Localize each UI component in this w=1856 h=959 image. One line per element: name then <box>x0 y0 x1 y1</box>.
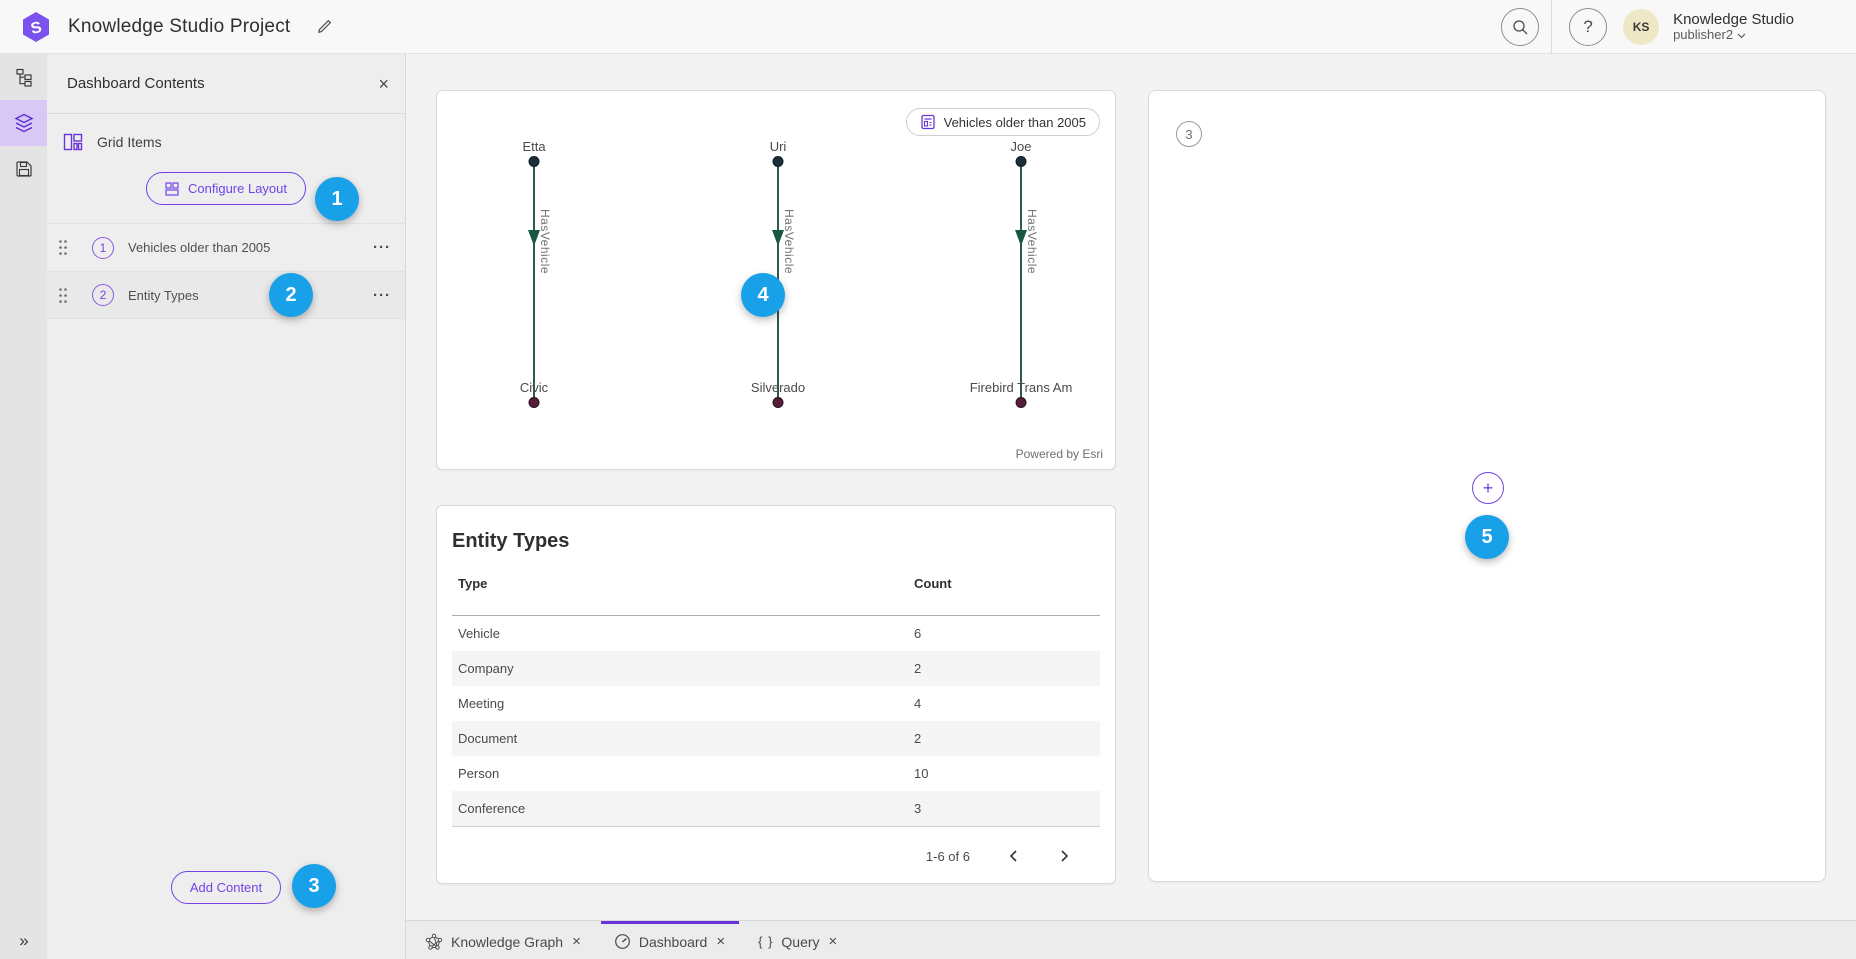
dashboard-gauge-icon <box>614 933 631 950</box>
list-item-entity-types[interactable]: 2 Entity Types ··· <box>47 271 405 319</box>
previous-page-button[interactable] <box>1004 845 1022 867</box>
view-tab-bar: Knowledge Graph × Dashboard × { } Query … <box>406 920 1856 959</box>
widget-title: Entity Types <box>452 506 1100 576</box>
tab-knowledge-graph[interactable]: Knowledge Graph × <box>412 921 595 959</box>
graph-node[interactable] <box>773 397 784 408</box>
close-tab-icon[interactable]: × <box>715 934 726 949</box>
annotation-badge-2: 2 <box>269 273 313 317</box>
user-menu[interactable]: Knowledge Studio publisher2 <box>1673 11 1794 43</box>
close-panel-icon[interactable]: × <box>378 75 389 93</box>
edge-label: HasVehicle <box>1025 209 1039 274</box>
search-button[interactable] <box>1501 8 1539 46</box>
empty-grid-slot: 3 + <box>1148 90 1826 882</box>
header-actions: ? KS Knowledge Studio publisher2 <box>1501 0 1794 54</box>
panel-title: Dashboard Contents <box>67 75 378 92</box>
entity-types-widget: Entity Types Type Count Vehicle 6 Compan… <box>436 505 1116 884</box>
layout-grid-icon <box>165 182 179 196</box>
table-row: Meeting 4 <box>452 686 1100 721</box>
item-options-icon[interactable]: ··· <box>373 239 391 256</box>
edge-line <box>1020 162 1022 403</box>
item-label: Vehicles older than 2005 <box>128 240 373 255</box>
graph-filter-chip[interactable]: Vehicles older than 2005 <box>906 108 1100 136</box>
hierarchy-icon <box>14 68 33 87</box>
item-label: Entity Types <box>128 288 373 303</box>
table-row: Company 2 <box>452 651 1100 686</box>
left-icon-strip: » <box>0 54 47 959</box>
graph-node[interactable] <box>773 156 784 167</box>
next-page-button[interactable] <box>1056 845 1074 867</box>
node-label: Uri <box>770 139 787 154</box>
edge-label: HasVehicle <box>782 209 796 274</box>
knowledge-graph-icon <box>425 933 443 951</box>
configure-layout-button[interactable]: Configure Layout <box>146 172 306 205</box>
sidebar-item-hierarchy[interactable] <box>0 54 47 100</box>
item-options-icon[interactable]: ··· <box>373 287 391 304</box>
grid-items-icon <box>63 132 83 152</box>
tab-query[interactable]: { } Query × <box>745 921 851 959</box>
knowledge-studio-logo-icon: S <box>20 11 52 43</box>
column-header-count: Count <box>914 576 1100 591</box>
annotation-badge-3: 3 <box>292 864 336 908</box>
esri-attribution: Powered by Esri <box>1016 447 1103 461</box>
entity-table-body: Vehicle 6 Company 2 Meeting 4 Document <box>452 616 1100 827</box>
help-icon: ? <box>1583 17 1592 37</box>
graph-node[interactable] <box>1016 156 1027 167</box>
page-title: Knowledge Studio Project <box>68 16 290 38</box>
annotation-badge-5: 5 <box>1465 515 1509 559</box>
edge-label: HasVehicle <box>538 209 552 274</box>
drag-handle-icon[interactable] <box>58 287 70 304</box>
close-tab-icon[interactable]: × <box>828 934 839 949</box>
graph-node[interactable] <box>1016 397 1027 408</box>
node-label: Etta <box>522 139 545 154</box>
close-tab-icon[interactable]: × <box>571 934 582 949</box>
save-icon <box>15 160 33 178</box>
list-item-vehicles-older-than-2005[interactable]: 1 Vehicles older than 2005 ··· <box>47 223 405 271</box>
item-index-badge: 1 <box>92 237 114 259</box>
user-name: Knowledge Studio <box>1673 11 1794 28</box>
link-chart-icon <box>920 114 936 130</box>
sidebar-item-layers[interactable] <box>0 100 47 146</box>
table-row: Vehicle 6 <box>452 616 1100 651</box>
node-label: Joe <box>1011 139 1032 154</box>
slot-index-badge: 3 <box>1176 121 1202 147</box>
query-braces-icon: { } <box>758 934 773 949</box>
chevron-right-icon <box>1060 849 1070 863</box>
header-divider <box>1551 0 1552 54</box>
item-index-badge: 2 <box>92 284 114 306</box>
user-avatar[interactable]: KS <box>1623 9 1659 45</box>
expand-panel-button[interactable]: » <box>0 931 47 951</box>
annotation-badge-4: 4 <box>741 273 785 317</box>
app-header: S Knowledge Studio Project ? KS Knowledg… <box>0 0 1856 54</box>
user-role: publisher2 <box>1673 28 1733 43</box>
search-icon <box>1512 19 1529 36</box>
chevron-down-icon <box>1737 33 1746 39</box>
dashboard-canvas: Vehicles older than 2005 HasVehicle Etta… <box>406 54 1856 959</box>
table-row: Document 2 <box>452 721 1100 756</box>
drag-handle-icon[interactable] <box>58 239 70 256</box>
graph-node[interactable] <box>529 156 540 167</box>
plus-icon: + <box>1483 478 1494 499</box>
grid-items-heading: Grid Items <box>97 134 162 150</box>
node-label: Firebird Trans Am <box>970 380 1073 395</box>
layers-icon <box>14 113 34 133</box>
sidebar-item-save[interactable] <box>0 146 47 192</box>
node-label: Civic <box>520 380 548 395</box>
help-button[interactable]: ? <box>1569 8 1607 46</box>
edit-title-pencil-icon[interactable] <box>316 18 333 35</box>
knowledge-studio-app: S Knowledge Studio Project ? KS Knowledg… <box>0 0 1856 959</box>
column-header-type: Type <box>452 576 914 591</box>
node-label: Silverado <box>751 380 805 395</box>
graph-node[interactable] <box>529 397 540 408</box>
pagination-label: 1-6 of 6 <box>926 849 970 864</box>
annotation-badge-1: 1 <box>315 177 359 221</box>
edge-line <box>533 162 535 403</box>
table-row: Conference 3 <box>452 791 1100 826</box>
chevron-left-icon <box>1008 849 1018 863</box>
add-widget-button[interactable]: + <box>1472 472 1504 504</box>
table-row: Person 10 <box>452 756 1100 791</box>
add-content-button[interactable]: Add Content <box>171 871 281 904</box>
tab-dashboard[interactable]: Dashboard × <box>601 921 739 959</box>
